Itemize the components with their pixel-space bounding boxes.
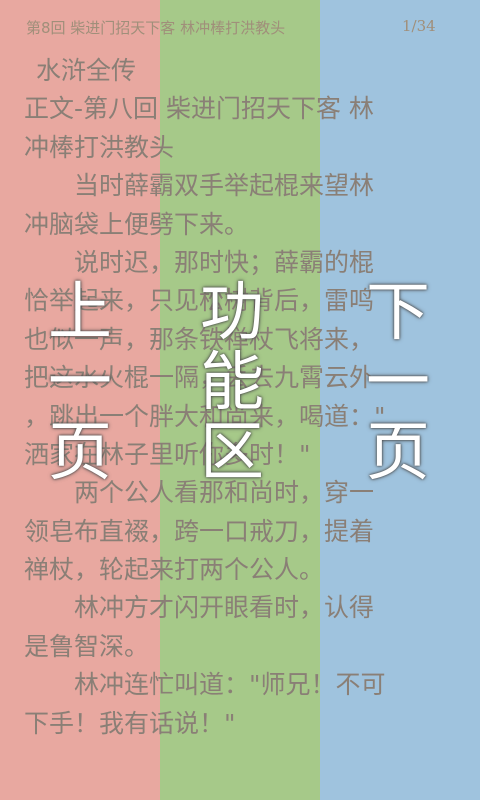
- next-page-char: 下: [366, 276, 430, 350]
- text-line: 当时薛霸双手举起棍来望林: [24, 171, 375, 201]
- text-line: 林冲方才闪开眼看时，认得: [24, 593, 375, 623]
- prev-page-char: 页: [48, 416, 112, 490]
- prev-page-char: 上: [48, 276, 112, 350]
- function-area-char: 区: [200, 416, 264, 490]
- text-line: 冲棒打洪教头: [24, 132, 175, 162]
- prev-page-char: 一: [48, 346, 112, 420]
- function-area-char: 功: [200, 276, 264, 350]
- text-line: 禅杖，轮起来打两个公人。: [24, 555, 325, 585]
- reader-header: 第8回 柴进门招天下客 林冲棒打洪教头 1/34: [0, 0, 480, 50]
- text-line: 下手！我有话说！": [24, 708, 236, 738]
- book-title: 水浒全传: [36, 56, 137, 85]
- text-line: 是鲁智深。: [24, 631, 150, 661]
- next-page-label[interactable]: 下 一 页: [366, 278, 430, 488]
- chapter-title: 第8回 柴进门招天下客 林冲棒打洪教头: [26, 19, 286, 37]
- prev-page-label[interactable]: 上 一 页: [48, 278, 112, 488]
- next-page-char: 一: [366, 346, 430, 420]
- function-area-label[interactable]: 功 能 区: [200, 278, 264, 488]
- function-area-char: 能: [200, 346, 264, 420]
- text-line: 正文-第八回 柴进门招天下客 林: [24, 94, 374, 124]
- next-page-char: 页: [366, 416, 430, 490]
- page-indicator: 1/34: [402, 17, 436, 35]
- text-line: 冲脑袋上便劈下来。: [24, 209, 250, 239]
- text-line: 领皂布直裰，跨一口戒刀，提着: [24, 516, 375, 546]
- text-line: 林冲连忙叫道："师兄！不可: [24, 670, 386, 700]
